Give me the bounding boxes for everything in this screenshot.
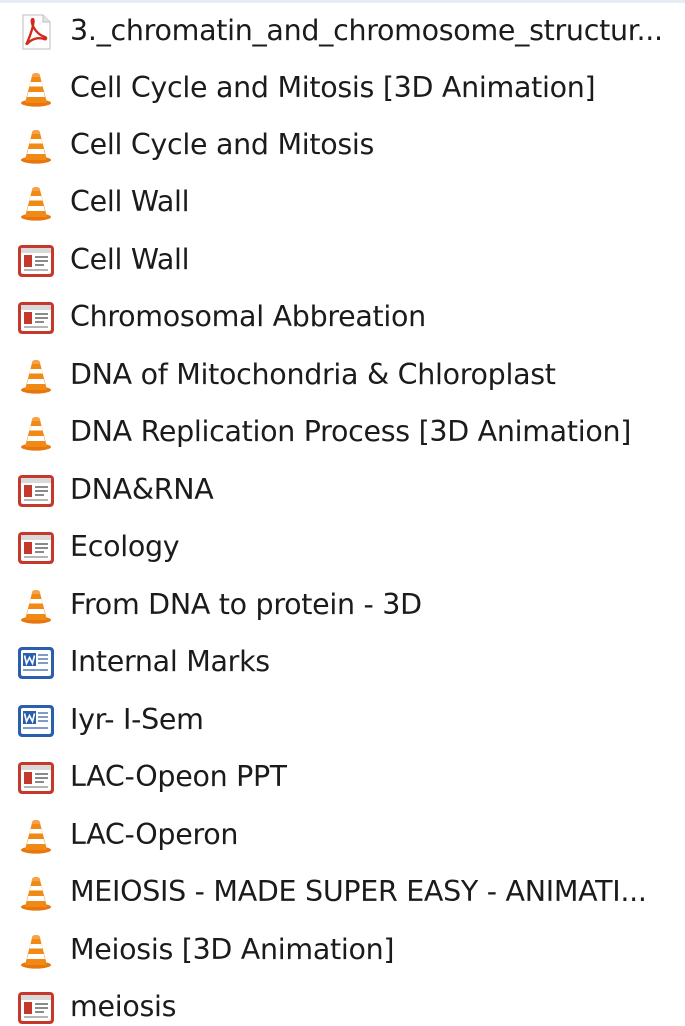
file-row[interactable]: LAC-Operon xyxy=(0,806,685,863)
vlc-icon xyxy=(17,71,55,107)
file-row[interactable]: Internal Marks xyxy=(0,633,685,690)
powerpoint-icon xyxy=(17,990,55,1026)
file-row[interactable]: Cell Cycle and Mitosis xyxy=(0,116,685,173)
file-name: Meiosis [3D Animation] xyxy=(70,933,395,966)
file-row[interactable]: Cell Wall xyxy=(0,173,685,230)
file-name: Internal Marks xyxy=(70,645,270,678)
vlc-icon xyxy=(17,588,55,624)
vlc-icon xyxy=(17,933,55,969)
file-name: DNA of Mitochondria & Chloroplast xyxy=(70,358,556,391)
file-row[interactable]: Meiosis [3D Animation] xyxy=(0,921,685,978)
file-row[interactable]: 3._chromatin_and_chromosome_structur... xyxy=(0,2,685,59)
file-row[interactable]: DNA of Mitochondria & Chloroplast xyxy=(0,346,685,403)
file-row[interactable]: From DNA to protein - 3D xyxy=(0,576,685,633)
vlc-icon xyxy=(17,875,55,911)
vlc-icon xyxy=(17,185,55,221)
file-row[interactable]: MEIOSIS - MADE SUPER EASY - ANIMATI... xyxy=(0,863,685,920)
file-row[interactable]: meiosis xyxy=(0,978,685,1026)
file-row[interactable]: Ecology xyxy=(0,518,685,575)
file-name: Cell Wall xyxy=(70,185,190,218)
file-name: Cell Wall xyxy=(70,243,190,276)
file-row[interactable]: DNA&RNA xyxy=(0,461,685,518)
powerpoint-icon xyxy=(17,243,55,279)
file-name: DNA&RNA xyxy=(70,473,214,506)
file-name: DNA Replication Process [3D Animation] xyxy=(70,415,632,448)
file-name: Chromosomal Abbreation xyxy=(70,300,426,333)
vlc-icon xyxy=(17,818,55,854)
vlc-icon xyxy=(17,128,55,164)
file-name: 3._chromatin_and_chromosome_structur... xyxy=(70,14,663,47)
powerpoint-icon xyxy=(17,530,55,566)
file-name: LAC-Operon xyxy=(70,818,239,851)
file-row[interactable]: Cell Wall xyxy=(0,231,685,288)
vlc-icon xyxy=(17,415,55,451)
vlc-icon xyxy=(17,358,55,394)
file-row[interactable]: Iyr- I-Sem xyxy=(0,691,685,748)
powerpoint-icon xyxy=(17,760,55,796)
file-name: Iyr- I-Sem xyxy=(70,703,204,736)
file-name: From DNA to protein - 3D xyxy=(70,588,422,621)
powerpoint-icon xyxy=(17,300,55,336)
powerpoint-icon xyxy=(17,473,55,509)
word-icon xyxy=(17,703,55,739)
file-row[interactable]: LAC-Opeon PPT xyxy=(0,748,685,805)
file-name: Cell Cycle and Mitosis xyxy=(70,128,375,161)
file-name: MEIOSIS - MADE SUPER EASY - ANIMATI... xyxy=(70,875,647,908)
file-name: Ecology xyxy=(70,530,180,563)
file-name: meiosis xyxy=(70,990,177,1023)
file-row[interactable]: Cell Cycle and Mitosis [3D Animation] xyxy=(0,59,685,116)
file-list: 3._chromatin_and_chromosome_structur... … xyxy=(0,0,685,1026)
file-row[interactable]: DNA Replication Process [3D Animation] xyxy=(0,403,685,460)
pdf-icon xyxy=(17,14,55,50)
file-name: Cell Cycle and Mitosis [3D Animation] xyxy=(70,71,596,104)
file-name: LAC-Opeon PPT xyxy=(70,760,288,793)
word-icon xyxy=(17,645,55,681)
file-row[interactable]: Chromosomal Abbreation xyxy=(0,288,685,345)
